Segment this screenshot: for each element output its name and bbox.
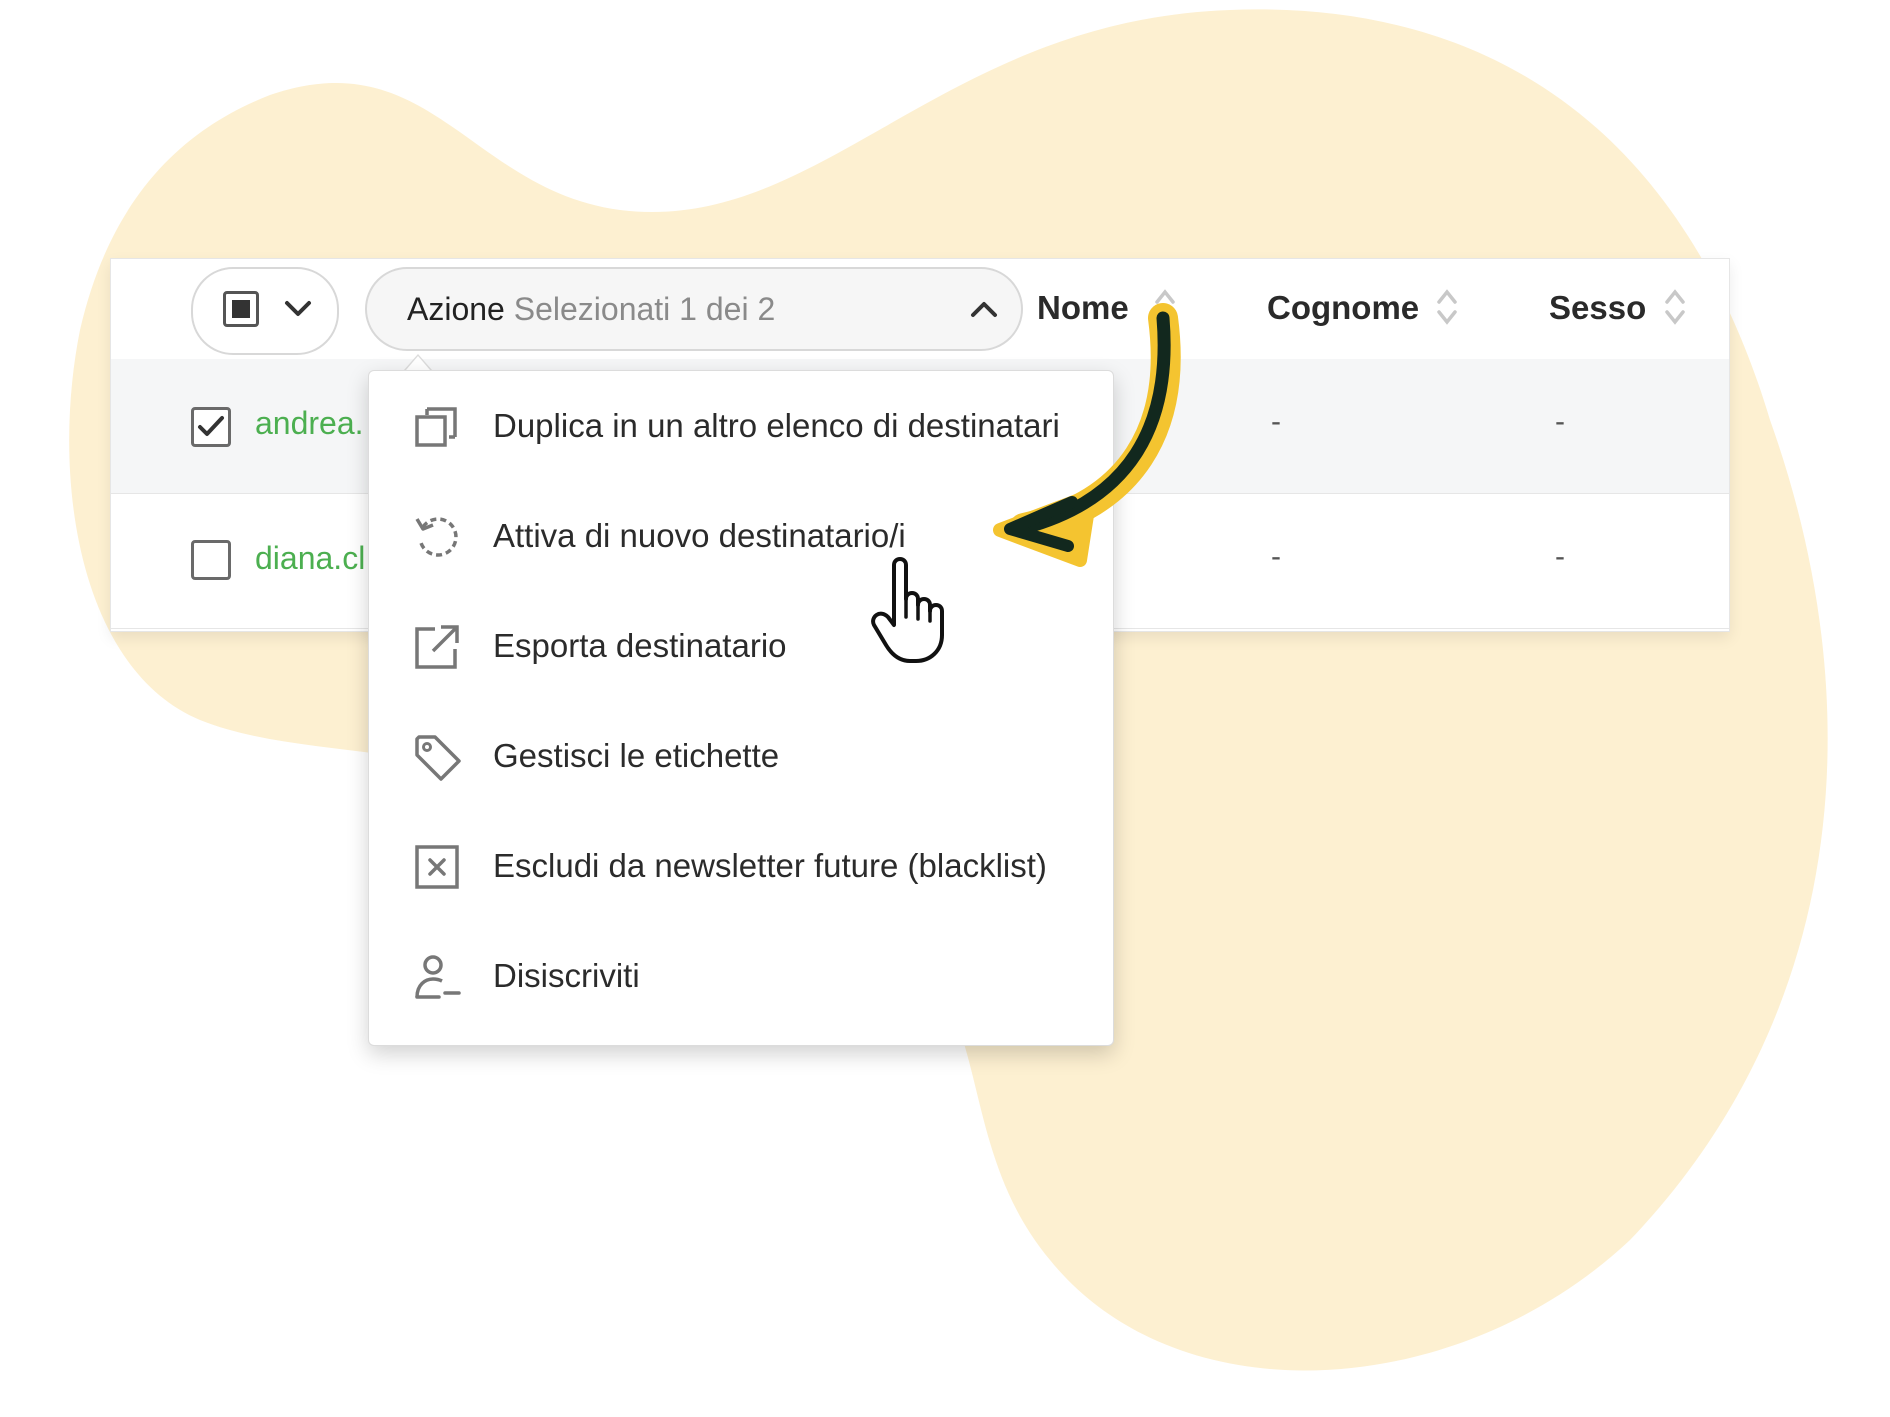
sort-icon[interactable] <box>1435 285 1459 329</box>
chevron-up-icon <box>971 302 997 317</box>
table-header: Azione Selezionati 1 dei 2 Nome Cognome … <box>111 259 1729 360</box>
column-header-sesso[interactable]: Sesso <box>1549 289 1646 327</box>
menu-item-label: Gestisci le etichette <box>493 737 780 774</box>
reactivate-icon <box>415 517 458 557</box>
row-checkbox[interactable] <box>191 540 231 580</box>
partial-select-icon <box>223 291 259 327</box>
tag-icon <box>415 735 461 781</box>
menu-item-label: Disiscriviti <box>493 957 640 994</box>
chevron-down-icon <box>285 301 311 316</box>
menu-item-duplicate[interactable]: Duplica in un altro elenco di destinatar… <box>369 371 1113 481</box>
action-label: Azione <box>407 291 505 327</box>
menu-item-label: Esporta destinatario <box>493 627 787 664</box>
menu-item-export[interactable]: Esporta destinatario <box>369 591 1113 701</box>
menu-item-reactivate[interactable]: Attiva di nuovo destinatario/i <box>369 481 1113 591</box>
menu-item-label: Attiva di nuovo destinatario/i <box>493 517 906 554</box>
bulk-select-button[interactable] <box>191 267 339 355</box>
column-header-nome[interactable]: Nome <box>1037 289 1129 327</box>
menu-item-blacklist[interactable]: Escludi da newsletter future (blacklist) <box>369 811 1113 921</box>
menu-item-labels[interactable]: Gestisci le etichette <box>369 701 1113 811</box>
export-icon <box>415 625 459 669</box>
checkmark-icon <box>198 416 224 436</box>
selection-status: Selezionati 1 dei 2 <box>513 291 776 327</box>
unsubscribe-icon <box>415 955 461 999</box>
menu-item-label: Escludi da newsletter future (blacklist) <box>493 847 1047 884</box>
sort-icon[interactable] <box>1663 285 1687 329</box>
row-cognome-value: - <box>1271 540 1281 573</box>
column-header-cognome[interactable]: Cognome <box>1267 289 1419 327</box>
row-checkbox-checked[interactable] <box>191 407 231 447</box>
menu-item-label: Duplica in un altro elenco di destinatar… <box>493 407 1060 444</box>
action-dropdown-button[interactable]: Azione Selezionati 1 dei 2 <box>365 267 1023 351</box>
row-email-link[interactable]: andrea. <box>255 405 364 442</box>
row-email-link[interactable]: diana.cl <box>255 540 365 577</box>
row-sesso-value: - <box>1555 540 1565 573</box>
duplicate-icon <box>415 407 457 447</box>
row-sesso-value: - <box>1555 405 1565 438</box>
menu-item-unsubscribe[interactable]: Disiscriviti <box>369 921 1113 1031</box>
dropdown-caret <box>404 354 432 370</box>
action-menu: Duplica in un altro elenco di destinatar… <box>368 370 1114 1046</box>
row-cognome-value: - <box>1271 405 1281 438</box>
blacklist-icon <box>415 845 459 889</box>
sort-icon[interactable] <box>1153 285 1177 329</box>
